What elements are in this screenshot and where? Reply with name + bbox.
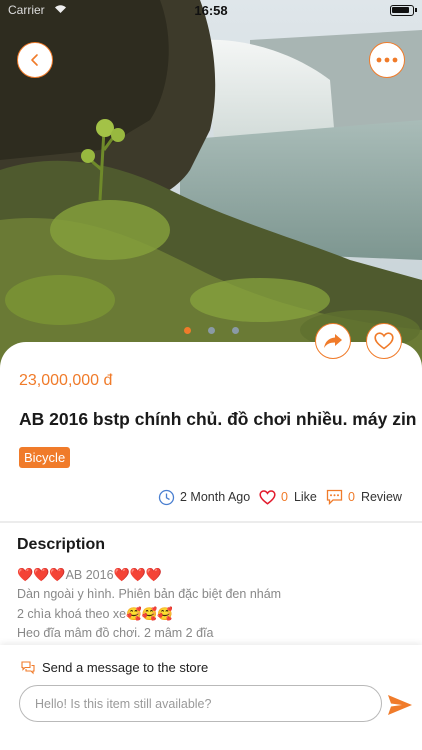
share-icon bbox=[324, 334, 342, 348]
section-divider bbox=[0, 521, 422, 523]
back-icon bbox=[31, 54, 38, 66]
product-photo[interactable] bbox=[0, 0, 422, 375]
message-composer: Send a message to the store bbox=[0, 645, 422, 750]
carousel-dot[interactable] bbox=[207, 327, 215, 334]
waterfall-photo bbox=[0, 0, 422, 375]
description-line: Dàn ngoài y hình. Phiên bản đặc biệt đen… bbox=[17, 587, 282, 602]
description-heading: Description bbox=[17, 536, 106, 553]
carousel-indicator bbox=[0, 327, 422, 334]
posted-time: 2 Month Ago bbox=[158, 487, 250, 507]
heart-emoji: ❤️❤️❤️ bbox=[113, 567, 163, 582]
description-text: ❤️❤️❤️AB 2016❤️❤️❤️ Dàn ngoài y hình. Ph… bbox=[17, 565, 407, 643]
battery-icon bbox=[390, 5, 417, 16]
back-button[interactable] bbox=[17, 42, 53, 78]
message-label-row: Send a message to the store bbox=[21, 660, 208, 675]
heart-emoji: ❤️❤️❤️ bbox=[17, 567, 66, 582]
review-count[interactable]: 0 Review bbox=[326, 487, 402, 507]
status-bar: Carrier 16:58 bbox=[0, 0, 422, 22]
comment-icon bbox=[326, 489, 343, 505]
send-icon[interactable] bbox=[387, 694, 413, 716]
review-label: Review bbox=[360, 490, 402, 504]
like-count[interactable]: 0 Like bbox=[259, 487, 317, 507]
status-time: 16:58 bbox=[194, 3, 228, 18]
share-button[interactable] bbox=[315, 323, 351, 359]
more-options-button[interactable] bbox=[369, 42, 405, 78]
description-line: 2 chìa khoá theo xe🥰🥰🥰 bbox=[17, 606, 173, 621]
message-input[interactable] bbox=[19, 685, 382, 722]
more-icon bbox=[376, 57, 398, 63]
description-line: ❤️❤️❤️AB 2016❤️❤️❤️ bbox=[17, 567, 163, 582]
product-price: 23,000,000 đ bbox=[19, 372, 113, 389]
like-label: Like bbox=[293, 490, 317, 504]
chat-icon bbox=[21, 660, 35, 674]
review-count-value: 0 bbox=[348, 490, 355, 504]
category-tag[interactable]: Bicycle bbox=[19, 447, 71, 468]
message-label: Send a message to the store bbox=[42, 660, 209, 675]
carousel-dot[interactable] bbox=[231, 327, 239, 334]
favorite-button[interactable] bbox=[366, 323, 402, 359]
product-title: AB 2016 bstp chính chủ. đồ chơi nhiều. m… bbox=[19, 409, 417, 429]
like-heart-icon bbox=[259, 489, 276, 505]
smiling-face-emoji: 🥰🥰🥰 bbox=[126, 606, 173, 621]
clock-icon bbox=[158, 489, 175, 505]
like-count-value: 0 bbox=[281, 490, 288, 504]
description-line: Heo đĩa mâm đồ chơi. 2 mâm 2 đĩa bbox=[17, 625, 214, 640]
heart-icon bbox=[374, 332, 394, 350]
carousel-dot[interactable] bbox=[183, 327, 191, 334]
posted-time-label: 2 Month Ago bbox=[180, 490, 251, 504]
